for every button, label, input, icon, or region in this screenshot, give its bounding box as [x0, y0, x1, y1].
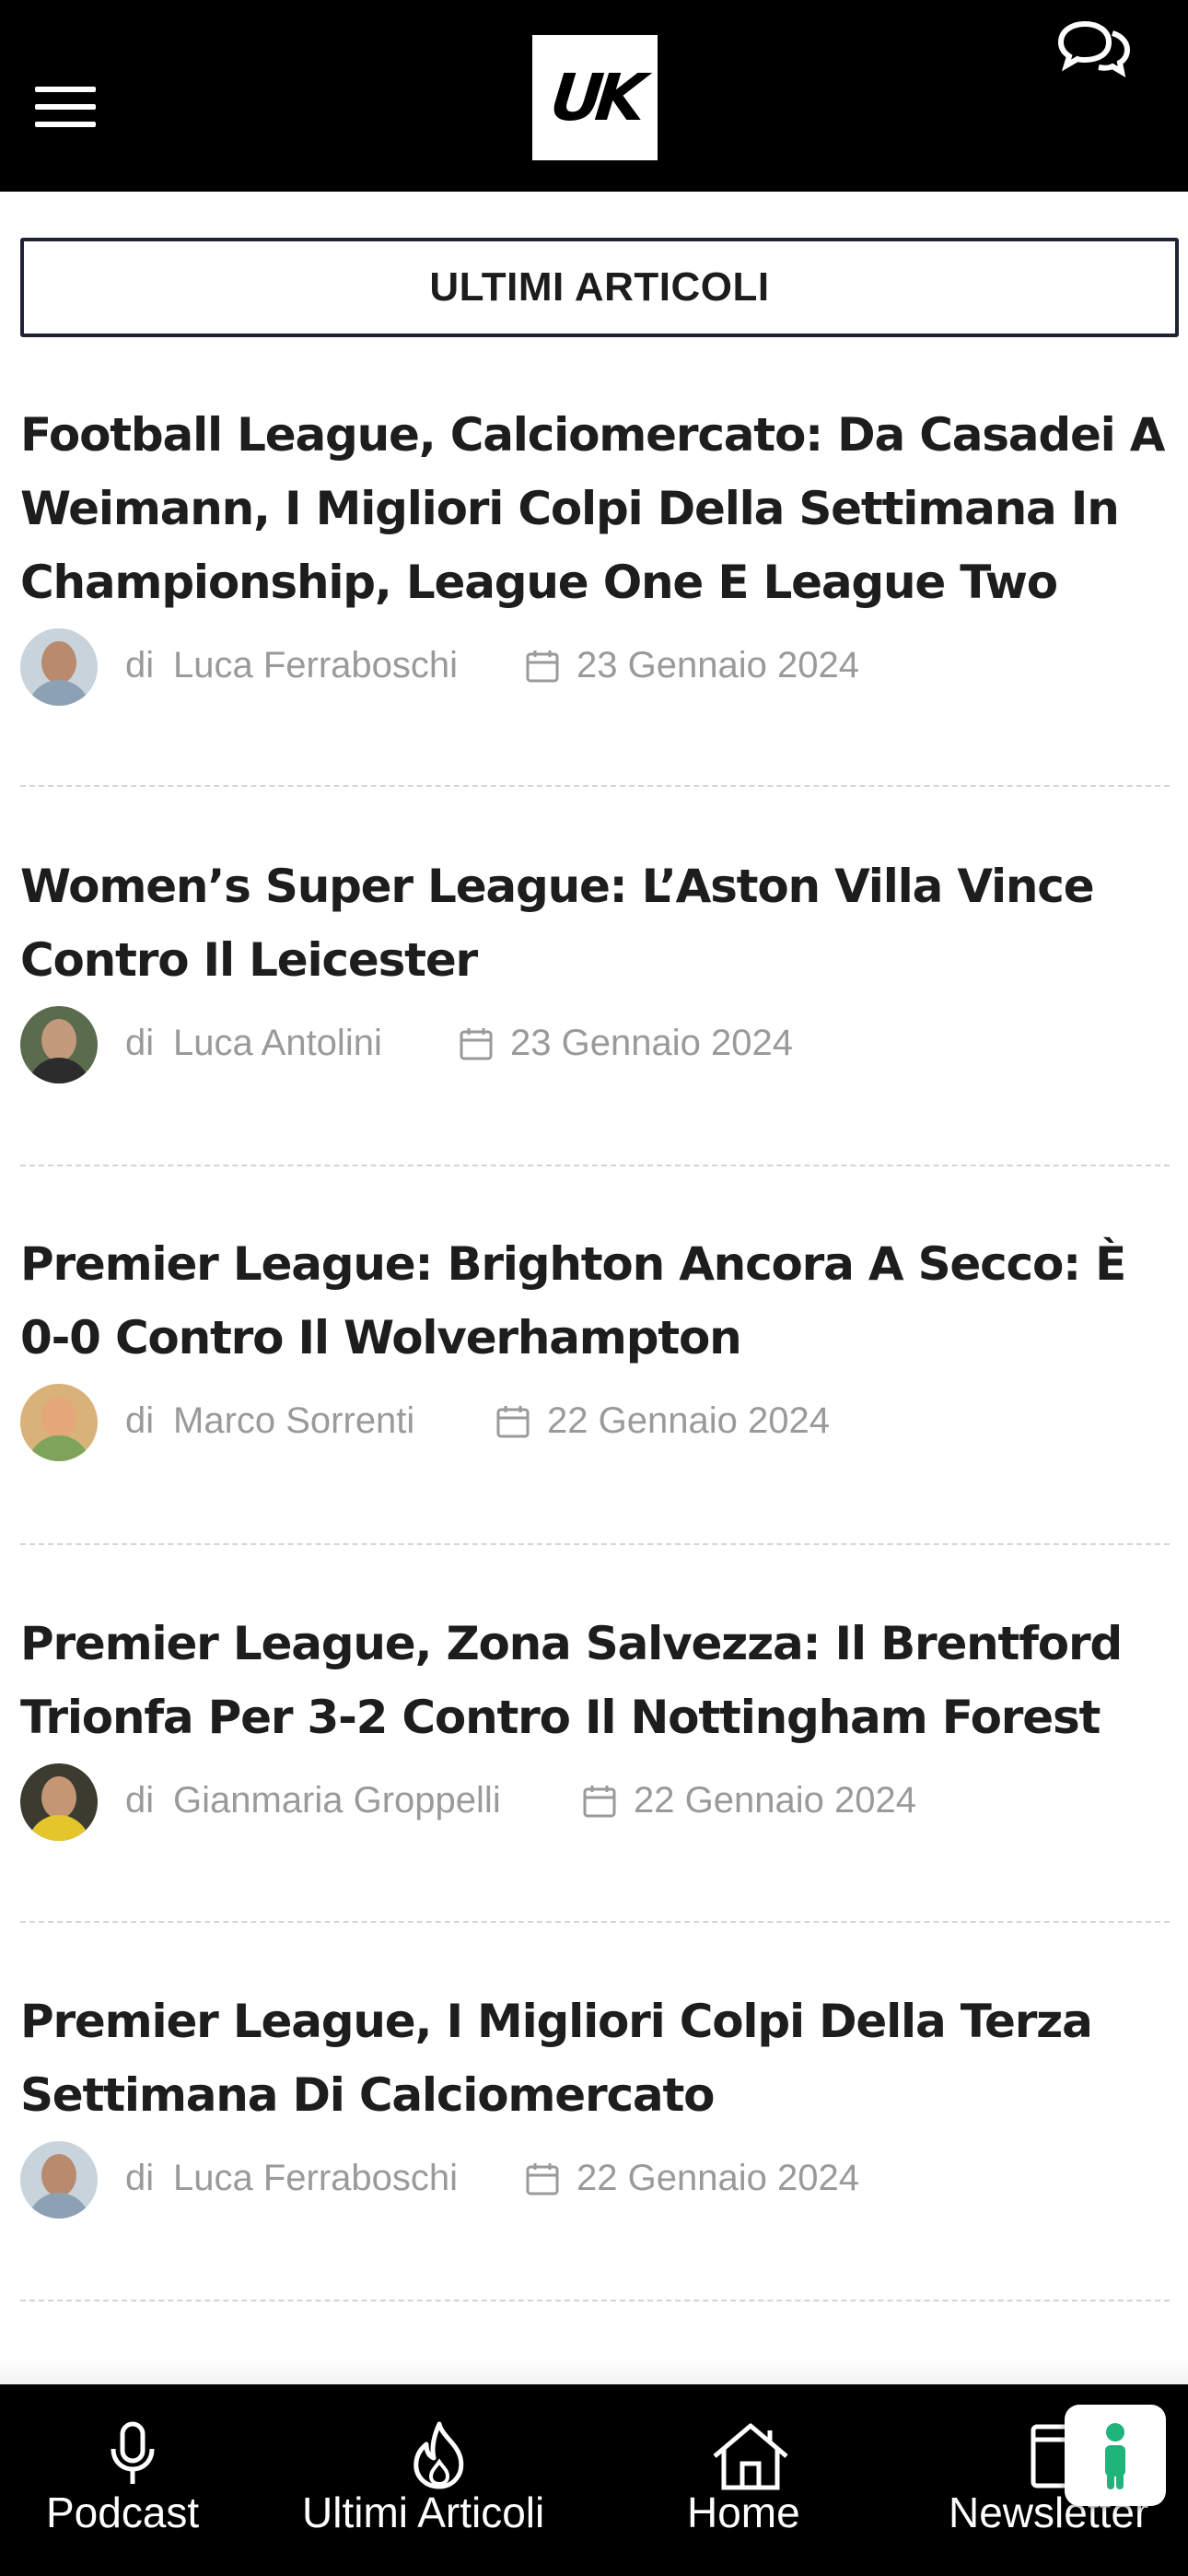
nav-podcast[interactable]: Podcast	[37, 2384, 230, 2576]
article-divider	[20, 1165, 1170, 1166]
nav-home[interactable]: Home	[681, 2384, 820, 2576]
bottom-navigation-bar: Podcast Ultimi Articoli Home Newsletter	[0, 2384, 1188, 2576]
hamburger-menu-icon[interactable]	[35, 87, 96, 127]
byline-prefix: di	[125, 1023, 155, 1063]
chat-bubbles-icon[interactable]	[1055, 20, 1131, 77]
article-title[interactable]: Premier League: Brighton Ancora A Secco:…	[20, 1227, 1171, 1375]
article-meta: di Luca Ferraboschi 22 Gennaio 2024	[20, 2141, 1171, 2219]
article-date: 22 Gennaio 2024	[547, 1400, 830, 1441]
calendar-icon	[496, 1406, 530, 1438]
author-avatar	[20, 1384, 98, 1461]
article-card[interactable]: Premier League: Brighton Ancora A Secco:…	[20, 1227, 1171, 1461]
author-avatar	[20, 1006, 98, 1083]
byline-prefix: di	[125, 1780, 155, 1821]
article-card[interactable]: Premier League, I Migliori Colpi Della T…	[20, 1985, 1171, 2219]
article-divider	[20, 1543, 1170, 1545]
calendar-icon	[526, 2163, 559, 2195]
author-avatar	[20, 1763, 98, 1841]
article-meta: di Gianmaria Groppelli 22 Gennaio 2024	[20, 1763, 1171, 1841]
author-name[interactable]: Luca Antolini	[173, 1023, 382, 1064]
microphone-icon	[111, 2421, 155, 2484]
nav-label: Ultimi Articoli	[302, 2488, 545, 2536]
article-title[interactable]: Premier League, I Migliori Colpi Della T…	[20, 1985, 1171, 2132]
accessibility-button[interactable]	[1065, 2405, 1166, 2506]
article-date: 22 Gennaio 2024	[577, 2158, 859, 2198]
byline-prefix: di	[125, 2158, 155, 2198]
byline-prefix: di	[125, 645, 155, 685]
author-avatar	[20, 628, 98, 706]
author-avatar	[20, 2141, 98, 2219]
article-title[interactable]: Premier League, Zona Salvezza: Il Brentf…	[20, 1607, 1171, 1754]
article-card[interactable]: Women’s Super League: L’Aston Villa Vinc…	[20, 849, 1171, 1083]
nav-ultimi-articoli[interactable]: Ultimi Articoli	[297, 2384, 582, 2576]
status-bar	[0, 0, 1188, 13]
nav-label: Podcast	[46, 2488, 200, 2536]
home-icon	[713, 2423, 788, 2490]
article-meta: di Marco Sorrenti 22 Gennaio 2024	[20, 1384, 1171, 1461]
section-header: ULTIMI ARTICOLI	[20, 238, 1179, 337]
article-date: 22 Gennaio 2024	[634, 1780, 916, 1821]
calendar-icon	[526, 650, 559, 683]
article-card[interactable]: Premier League, Zona Salvezza: Il Brentf…	[20, 1607, 1171, 1841]
site-logo[interactable]: UK	[532, 35, 658, 160]
article-date: 23 Gennaio 2024	[577, 645, 859, 685]
logo-text: UK	[547, 60, 643, 135]
scroll-fade	[0, 2359, 1188, 2384]
article-meta: di Luca Ferraboschi 23 Gennaio 2024	[20, 628, 1171, 706]
author-name[interactable]: Luca Ferraboschi	[173, 645, 458, 686]
page: UK ULTIMI ARTICOLI Football League, Calc…	[0, 0, 1188, 2576]
article-title[interactable]: Football League, Calciomercato: Da Casad…	[20, 398, 1171, 619]
author-name[interactable]: Marco Sorrenti	[173, 1400, 414, 1442]
article-divider	[20, 1921, 1170, 1923]
article-divider	[20, 2300, 1170, 2301]
top-app-bar: UK	[0, 0, 1188, 192]
article-divider	[20, 785, 1170, 787]
author-name[interactable]: Gianmaria Groppelli	[173, 1780, 501, 1821]
author-name[interactable]: Luca Ferraboschi	[173, 2158, 458, 2199]
article-title[interactable]: Women’s Super League: L’Aston Villa Vinc…	[20, 849, 1171, 997]
article-meta: di Luca Antolini 23 Gennaio 2024	[20, 1006, 1171, 1083]
accessibility-icon	[1105, 2423, 1125, 2489]
article-card[interactable]: Football League, Calciomercato: Da Casad…	[20, 398, 1171, 706]
byline-prefix: di	[125, 1400, 155, 1441]
nav-label: Home	[687, 2488, 800, 2536]
flame-icon	[413, 2421, 464, 2489]
article-date: 23 Gennaio 2024	[510, 1023, 793, 1063]
calendar-icon	[583, 1786, 616, 1818]
section-title: ULTIMI ARTICOLI	[429, 264, 770, 310]
calendar-icon	[460, 1028, 493, 1060]
